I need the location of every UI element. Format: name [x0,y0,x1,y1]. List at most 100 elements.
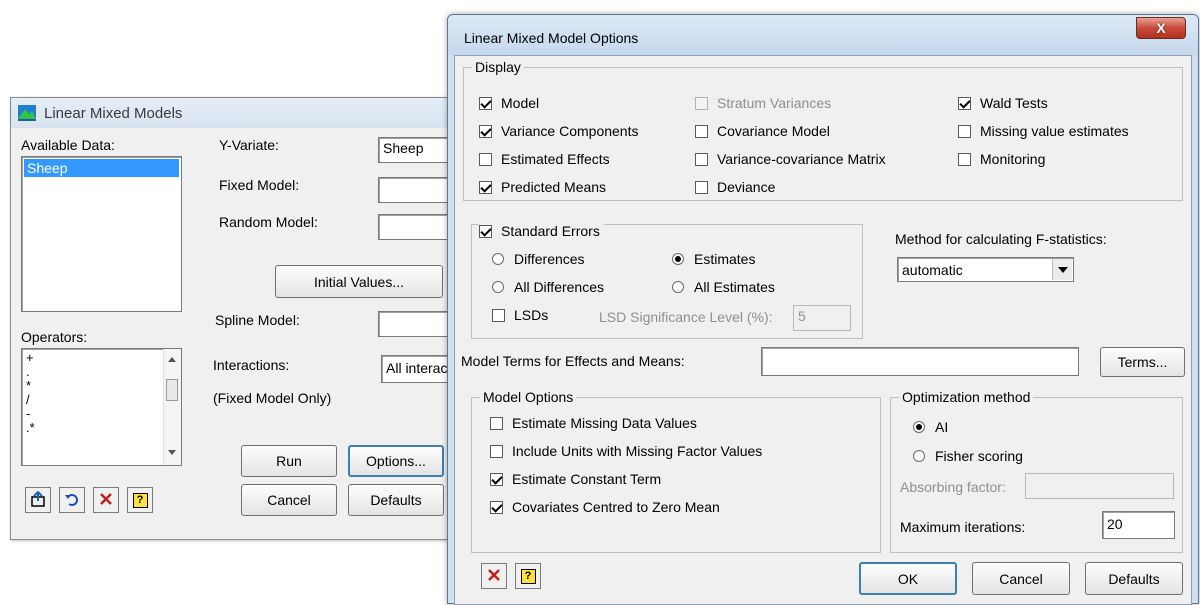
radio-circle[interactable] [913,421,925,433]
checkbox-label: Estimate Missing Data Values [512,415,697,431]
checkbox-box[interactable] [490,416,503,430]
radio-circle[interactable] [672,281,684,293]
available-data-list[interactable]: Sheep [21,156,182,312]
maximum-iterations-label: Maximum iterations: [900,519,1026,535]
defaults-button[interactable]: Defaults [1085,562,1183,595]
model-terms-field[interactable] [761,347,1079,376]
radio-circle[interactable] [492,253,504,265]
selected-value: automatic [902,262,963,278]
chevron-down-icon [1057,266,1068,273]
checkbox-box[interactable] [479,124,492,138]
initial-values-button[interactable]: Initial Values... [275,265,443,298]
variance-covariance-matrix-checkbox[interactable]: Variance-covariance Matrix [695,151,886,167]
radio-circle[interactable] [492,281,504,293]
maximum-iterations-field[interactable]: 20 [1102,511,1175,539]
scroll-thumb[interactable] [166,379,178,401]
checkbox-box[interactable] [490,500,503,514]
predicted-means-checkbox[interactable]: Predicted Means [479,179,606,195]
ok-button[interactable]: OK [859,562,957,595]
spline-model-label: Spline Model: [215,312,300,328]
checkbox-box[interactable] [695,180,708,194]
differences-radio[interactable]: Differences [492,251,585,267]
checkbox-label: Estimated Effects [501,151,610,167]
ai-radio[interactable]: AI [913,419,948,435]
checkbox-box[interactable] [479,180,492,194]
list-item[interactable]: / [26,393,35,407]
checkbox-box[interactable] [492,308,505,322]
absorbing-factor-label: Absorbing factor: [900,479,1006,495]
undo-button[interactable] [59,487,85,513]
list-item[interactable]: - [26,407,35,421]
close-button[interactable]: X [1136,17,1186,39]
checkbox-box[interactable] [958,124,971,138]
checkbox-box[interactable] [695,124,708,138]
dropdown-button[interactable] [1052,259,1072,280]
checkbox-box[interactable] [479,96,492,110]
linear-mixed-model-options-window: Linear Mixed Model Options X Display Mod… [447,14,1199,605]
clear-button[interactable] [93,487,119,513]
all-differences-radio[interactable]: All Differences [492,279,604,295]
fisher-scoring-radio[interactable]: Fisher scoring [913,448,1023,464]
title-bar[interactable]: Linear Mixed Model Options X [448,15,1198,55]
lsds-checkbox[interactable]: LSDs [492,307,548,323]
checkbox-box[interactable] [490,444,503,458]
help-button[interactable]: ? [515,563,541,589]
covariates-centred-checkbox[interactable]: Covariates Centred to Zero Mean [490,499,720,515]
list-item[interactable]: Sheep [24,159,179,177]
cancel-button[interactable]: Cancel [972,562,1070,595]
scroll-down-icon[interactable] [168,450,176,455]
list-item[interactable]: . [26,365,35,379]
run-button[interactable]: Run [241,445,337,477]
all-estimates-radio[interactable]: All Estimates [672,279,775,295]
estimated-effects-checkbox[interactable]: Estimated Effects [479,151,610,167]
radio-label: All Differences [514,279,605,295]
defaults-button[interactable]: Defaults [348,484,444,516]
help-button[interactable]: ? [127,487,153,513]
f-statistics-select[interactable]: automatic [897,257,1074,282]
checkbox-label: Estimate Constant Term [512,471,662,487]
model-checkbox[interactable]: Model [479,95,539,111]
estimate-missing-data-checkbox[interactable]: Estimate Missing Data Values [490,415,697,431]
checkbox-box[interactable] [958,96,971,110]
display-group-title: Display [472,59,524,75]
checkbox-label: Missing value estimates [980,123,1129,139]
estimate-constant-term-checkbox[interactable]: Estimate Constant Term [490,471,661,487]
list-item[interactable]: + [26,351,35,365]
checkbox-label: LSDs [514,307,549,323]
variance-components-checkbox[interactable]: Variance Components [479,123,638,139]
checkbox-box[interactable] [479,224,492,238]
missing-value-estimates-checkbox[interactable]: Missing value estimates [958,123,1129,139]
checkbox-label: Standard Errors [501,223,600,239]
available-data-label: Available Data: [21,137,115,153]
window-title: Linear Mixed Model Options [464,30,639,46]
cancel-button[interactable]: Cancel [241,484,337,516]
estimates-radio[interactable]: Estimates [672,251,755,267]
terms-button[interactable]: Terms... [1100,347,1185,377]
checkbox-box[interactable] [479,152,492,166]
standard-errors-checkbox[interactable]: Standard Errors [479,223,604,239]
clear-button[interactable] [481,563,507,589]
checkbox-box[interactable] [490,472,503,486]
vertical-scrollbar[interactable] [163,349,181,465]
radio-circle[interactable] [913,450,925,462]
title-bar[interactable]: Linear Mixed Models [11,98,459,128]
checkbox-label: Variance Components [501,123,639,139]
covariance-model-checkbox[interactable]: Covariance Model [695,123,830,139]
f-statistics-label: Method for calculating F-statistics: [895,231,1107,247]
scroll-up-icon[interactable] [168,357,176,362]
wald-tests-checkbox[interactable]: Wald Tests [958,95,1048,111]
list-item[interactable]: * [26,379,35,393]
list-item[interactable]: .* [26,421,35,435]
model-options-title: Model Options [480,389,577,405]
checkbox-box[interactable] [958,152,971,166]
monitoring-checkbox[interactable]: Monitoring [958,151,1045,167]
checkbox-box[interactable] [695,152,708,166]
include-units-missing-factor-checkbox[interactable]: Include Units with Missing Factor Values [490,443,762,459]
copy-to-input-button[interactable] [25,487,51,513]
deviance-checkbox[interactable]: Deviance [695,179,775,195]
close-icon [487,568,501,585]
operators-list[interactable]: + . * / - .* [21,348,182,466]
radio-circle[interactable] [672,253,684,265]
options-button[interactable]: Options... [348,445,444,477]
model-terms-label: Model Terms for Effects and Means: [461,353,685,369]
